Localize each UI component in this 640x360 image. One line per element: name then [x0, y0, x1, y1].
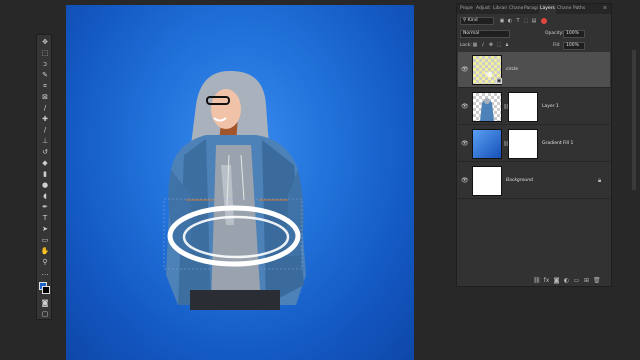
eyedropper-tool-icon[interactable]: ∕: [40, 104, 50, 112]
smart-object-badge-icon: ▣: [496, 78, 502, 84]
layer-thumbnail: [472, 166, 502, 196]
tab-channels[interactable]: Chane: [557, 4, 571, 14]
move-tool-icon[interactable]: ✥: [40, 38, 50, 46]
opacity-input[interactable]: 100%: [563, 30, 585, 38]
background-color-swatch[interactable]: [42, 286, 50, 294]
lock-artboard-icon[interactable]: ⬚: [496, 42, 502, 48]
tab-properties[interactable]: Prope: [460, 4, 473, 14]
filter-type-icon[interactable]: T: [515, 18, 521, 24]
filter-pixel-icon[interactable]: ▣: [499, 18, 505, 24]
panel-tabs: Prope Adjust Librari Chane Paragi Layers…: [457, 4, 611, 14]
zoom-tool-icon[interactable]: ⚲: [40, 258, 50, 266]
lock-icon: 🔒︎: [598, 177, 602, 184]
add-mask-icon[interactable]: ◙: [553, 277, 560, 284]
lock-transparent-icon[interactable]: ▦: [472, 42, 478, 48]
shape-tool-icon[interactable]: ▭: [40, 236, 50, 244]
adjustment-layer-icon[interactable]: ◐: [563, 277, 570, 284]
person-thumbnail-icon: [480, 98, 494, 121]
visibility-eye-icon[interactable]: 👁︎: [461, 178, 469, 184]
tab-paragraph[interactable]: Paragi: [524, 4, 538, 14]
document-canvas[interactable]: [66, 5, 414, 360]
layer-name[interactable]: Gradient Fill 1: [542, 139, 573, 148]
visibility-eye-icon[interactable]: 👁︎: [461, 104, 469, 110]
lock-label: Lock:: [460, 43, 472, 48]
visibility-eye-icon[interactable]: 👁︎: [461, 67, 469, 73]
panel-menu-icon[interactable]: ≡: [603, 4, 607, 14]
filter-shape-icon[interactable]: ⬚: [523, 18, 529, 24]
new-layer-icon[interactable]: ⊞: [583, 277, 590, 284]
fill-label: Fill:: [553, 43, 561, 48]
lock-position-icon[interactable]: ✥: [488, 42, 494, 48]
layer-row[interactable]: 👁︎ ⛓ Gradient Fill 1: [458, 126, 610, 162]
quick-mask-icon[interactable]: ◙: [40, 299, 50, 307]
filter-kind-value: Kind: [467, 18, 478, 23]
lock-all-icon[interactable]: 🔒︎: [504, 42, 510, 48]
blur-tool-icon[interactable]: ●: [40, 181, 50, 189]
person-image: [163, 70, 306, 310]
visibility-eye-icon[interactable]: 👁︎: [461, 141, 469, 147]
dodge-tool-icon[interactable]: ◖: [40, 192, 50, 200]
filter-adjustment-icon[interactable]: ◐: [507, 18, 513, 24]
clone-stamp-tool-icon[interactable]: ⊥: [40, 137, 50, 145]
tab-character[interactable]: Chane: [509, 4, 523, 14]
path-select-tool-icon[interactable]: ➤: [40, 225, 50, 233]
type-tool-icon[interactable]: T: [40, 214, 50, 222]
hand-cursor-icon: ☚: [484, 70, 493, 81]
opacity-label: Opacity:: [545, 31, 564, 36]
link-icon[interactable]: ⛓: [503, 103, 509, 111]
layer-mask-thumbnail[interactable]: [508, 129, 538, 159]
new-group-icon[interactable]: ▭: [573, 277, 580, 284]
filter-toggle-icon[interactable]: [541, 18, 547, 24]
tab-paths[interactable]: Paths: [573, 4, 585, 14]
delete-layer-icon[interactable]: 🗑︎: [593, 277, 601, 284]
layer-name[interactable]: Background: [506, 176, 533, 185]
history-brush-tool-icon[interactable]: ↺: [40, 148, 50, 156]
blend-mode-select[interactable]: Normal: [460, 30, 510, 38]
tools-panel: ✥ ⬚ ↄ ✎ ⌗ ⊠ ∕ ✚ ∕ ⊥ ↺ ◆ ▮ ● ◖ ✒ T ➤ ▭ ✋ …: [36, 34, 52, 320]
panel-scrollbar[interactable]: [632, 50, 636, 190]
link-icon[interactable]: ⛓: [503, 140, 509, 148]
crop-tool-icon[interactable]: ⌗: [40, 82, 50, 90]
layers-panel: Prope Adjust Librari Chane Paragi Layers…: [456, 3, 612, 287]
screen-mode-icon[interactable]: ▢: [40, 310, 50, 318]
layer-thumbnail: [472, 92, 502, 122]
filter-smart-object-icon[interactable]: ▤: [531, 18, 537, 24]
lock-pixels-icon[interactable]: ∕: [480, 42, 486, 48]
layer-row[interactable]: 👁︎ ▣ circle ☚: [458, 52, 610, 88]
gradient-tool-icon[interactable]: ▮: [40, 170, 50, 178]
layer-name[interactable]: Layer 1: [542, 102, 559, 111]
layer-row[interactable]: 👁︎ Background 🔒︎: [458, 163, 610, 199]
layer-name[interactable]: circle: [506, 65, 518, 74]
brush-tool-icon[interactable]: ∕: [40, 126, 50, 134]
tab-libraries[interactable]: Librari: [493, 4, 507, 14]
link-layers-icon[interactable]: ⛓: [533, 277, 541, 284]
pen-tool-icon[interactable]: ✒: [40, 203, 50, 211]
more-tools-icon[interactable]: …: [40, 269, 50, 277]
tab-layers[interactable]: Layers: [539, 4, 556, 14]
layer-thumbnail: [472, 129, 502, 159]
filter-kind-select[interactable]: ⚲ Kind: [460, 17, 494, 25]
layers-panel-footer: ⛓ fx ◙ ◐ ▭ ⊞ 🗑︎: [457, 276, 611, 286]
layer-row[interactable]: 👁︎ ⛓ Layer 1: [458, 89, 610, 125]
photoshop-window: ✥ ⬚ ↄ ✎ ⌗ ⊠ ∕ ✚ ∕ ⊥ ↺ ◆ ▮ ● ◖ ✒ T ➤ ▭ ✋ …: [0, 0, 640, 360]
tab-adjustments[interactable]: Adjust: [476, 4, 490, 14]
healing-brush-tool-icon[interactable]: ✚: [40, 115, 50, 123]
quick-select-tool-icon[interactable]: ✎: [40, 71, 50, 79]
frame-tool-icon[interactable]: ⊠: [40, 93, 50, 101]
fill-input[interactable]: 100%: [563, 42, 585, 50]
marquee-tool-icon[interactable]: ⬚: [40, 49, 50, 57]
eraser-tool-icon[interactable]: ◆: [40, 159, 50, 167]
lasso-tool-icon[interactable]: ↄ: [40, 60, 50, 68]
layer-mask-thumbnail[interactable]: [508, 92, 538, 122]
hand-tool-icon[interactable]: ✋: [40, 247, 50, 255]
layer-style-icon[interactable]: fx: [543, 277, 550, 284]
